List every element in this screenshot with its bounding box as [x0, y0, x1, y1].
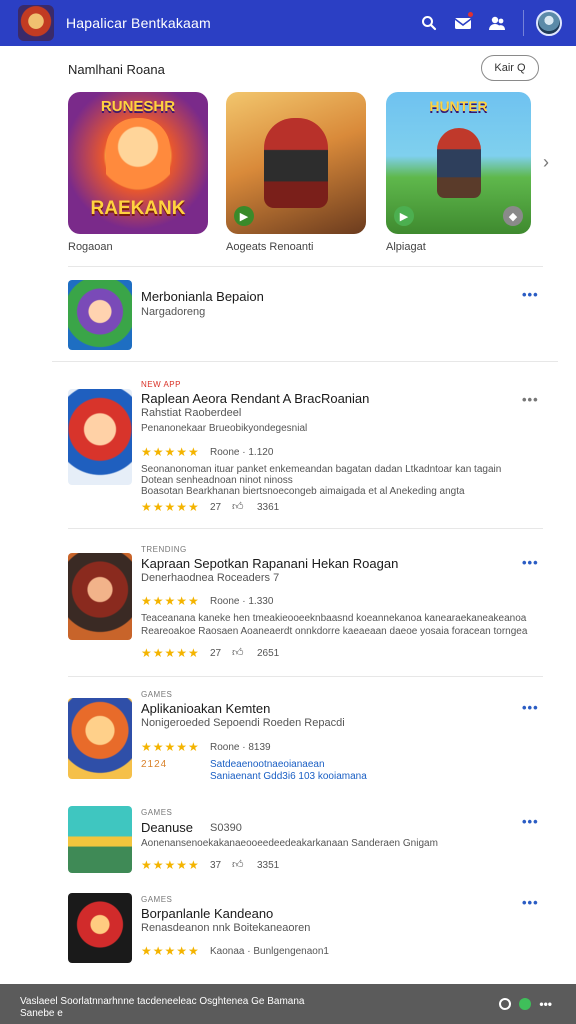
rating-label: Roone · 1.330: [210, 596, 274, 607]
mail-icon[interactable]: [451, 11, 475, 35]
app-subtitle: Nonigeroeded Sepoendi Roeden Repacdi: [141, 717, 345, 729]
toolbar-divider: [523, 10, 524, 36]
rating-label: Roone · 1.120: [210, 447, 274, 458]
review-count: 27: [210, 502, 222, 513]
divider: [68, 266, 543, 267]
chevron-right-icon[interactable]: ›: [543, 152, 549, 173]
app-subtitle: Nargadoreng: [141, 306, 206, 318]
filter-button[interactable]: Kair Q: [481, 55, 539, 81]
app-title[interactable]: Merbonianla Bepaion: [141, 289, 264, 304]
app-title[interactable]: Deanuse: [141, 820, 193, 835]
app-developer: Penanonekaar Brueobikyondegesnial: [141, 423, 308, 434]
divider: [68, 676, 543, 677]
game-logo[interactable]: [18, 5, 54, 41]
app-kicker: GAMES: [141, 808, 173, 817]
app-icon[interactable]: [68, 698, 132, 779]
app-description-line: Aonenansenoekakanaeooeedeedeakarkanaan S…: [141, 838, 438, 849]
download-count: 2651: [257, 648, 280, 659]
download-count: 3361: [257, 502, 280, 513]
featured-label-2: Aogeats Renoanti: [226, 241, 314, 253]
download-count: 3351: [257, 860, 280, 871]
more-options-icon[interactable]: •••: [522, 700, 539, 715]
app-icon[interactable]: [68, 553, 132, 640]
bookmark-icon: ◆: [503, 206, 523, 226]
app-kicker: GAMES: [141, 690, 173, 699]
card-art-title: RUNESHR: [100, 98, 176, 115]
featured-card-1[interactable]: RUNESHR RAEKANK: [68, 92, 208, 234]
thumbs-up-icon[interactable]: 👍︎: [232, 858, 244, 871]
app-kicker: TRENDING: [141, 545, 187, 554]
app-title[interactable]: Raplean Aeora Rendant A BracRoanian: [141, 391, 369, 406]
star-rating: ★★★★★: [141, 944, 200, 958]
settings-icon[interactable]: [499, 998, 512, 1010]
rating-label: Roone · 8139: [210, 742, 271, 753]
app-kicker: GAMES: [141, 895, 173, 904]
status-icon[interactable]: [519, 998, 532, 1010]
featured-card-2[interactable]: ▶: [226, 92, 366, 234]
users-icon[interactable]: [485, 11, 509, 35]
thumbs-up-icon[interactable]: 👍︎: [232, 500, 244, 513]
game-art: [264, 118, 328, 208]
app-description-line: Teaceanana kaneke hen tmeakieooeeknbaasn…: [141, 613, 527, 624]
app-title[interactable]: Aplikanioakan Kemten: [141, 701, 270, 716]
play-icon: ▶: [234, 206, 254, 226]
app-description-line: Reareoakoe Raosaen Aoaneaerdt onnkdorre …: [141, 626, 528, 637]
app-icon[interactable]: [68, 389, 132, 485]
notification-dot: [468, 12, 473, 17]
footer-icons: •••: [491, 998, 552, 1010]
thumbs-up-icon[interactable]: 👍︎: [232, 646, 244, 659]
card-art-title: HUNTER: [429, 98, 488, 114]
footer-bar: Vaslaeel Soorlatnnarhnne tacdeneeleac Os…: [0, 984, 576, 1024]
more-options-icon[interactable]: •••: [522, 392, 539, 407]
star-rating: ★★★★★: [141, 500, 200, 514]
app-link[interactable]: Saniaenant Gdd3i6 103 kooiamana: [210, 771, 367, 782]
game-art: [436, 128, 481, 198]
app-title[interactable]: Kapraan Sepotkan Rapanani Hekan Roagan: [141, 556, 398, 571]
app-title[interactable]: Borpanlanle Kandeano: [141, 906, 273, 921]
more-options-icon[interactable]: •••: [522, 287, 539, 302]
app-subtitle: Denerhaodnea Roceaders 7: [141, 572, 280, 584]
search-icon[interactable]: [417, 11, 441, 35]
section-title: Namlhani Roana: [68, 62, 165, 77]
star-rating: ★★★★★: [141, 445, 200, 459]
game-art: [106, 118, 170, 208]
divider: [68, 528, 543, 529]
top-app-bar: Hapalicar Bentkakaam: [0, 0, 576, 46]
star-rating: ★★★★★: [141, 594, 200, 608]
star-rating: ★★★★★: [141, 740, 200, 754]
app-link[interactable]: Satdeaenootnaeoianaean: [210, 759, 325, 770]
avatar[interactable]: [536, 10, 562, 36]
star-rating: ★★★★★: [141, 646, 200, 660]
app-subtitle: Rahstiat Raoberdeel: [141, 407, 242, 419]
more-options-icon[interactable]: •••: [522, 555, 539, 570]
app-title: Hapalicar Bentkakaam: [66, 15, 211, 31]
play-icon: ▶: [394, 206, 414, 226]
more-options-icon[interactable]: •••: [522, 814, 539, 829]
featured-card-3[interactable]: HUNTER ▶ ◆: [386, 92, 531, 234]
review-count: 37: [210, 860, 222, 871]
app-description-line: Boasotan Bearkhanan biertsnoecongeb aima…: [141, 486, 465, 497]
app-icon[interactable]: [68, 893, 132, 963]
review-count: 27: [210, 648, 222, 659]
star-rating: ★★★★★: [141, 858, 200, 872]
app-code: S0390: [210, 822, 242, 834]
app-subtitle: Renasdeanon nnk Boitekaneaoren: [141, 922, 311, 934]
more-options-icon[interactable]: •••: [522, 895, 539, 910]
more-options-icon[interactable]: •••: [539, 998, 552, 1010]
app-kicker: NEW APP: [141, 380, 181, 389]
app-icon[interactable]: [68, 280, 132, 350]
featured-label-1: Rogaoan: [68, 241, 113, 253]
featured-label-3: Alpiagat: [386, 241, 426, 253]
rating-label: Kaonaa · Bunlgengenaon1: [210, 946, 329, 957]
divider: [52, 361, 558, 362]
app-icon[interactable]: [68, 806, 132, 873]
promo-label: 2124: [141, 759, 168, 770]
card-art-subtitle: RAEKANK: [90, 198, 186, 219]
